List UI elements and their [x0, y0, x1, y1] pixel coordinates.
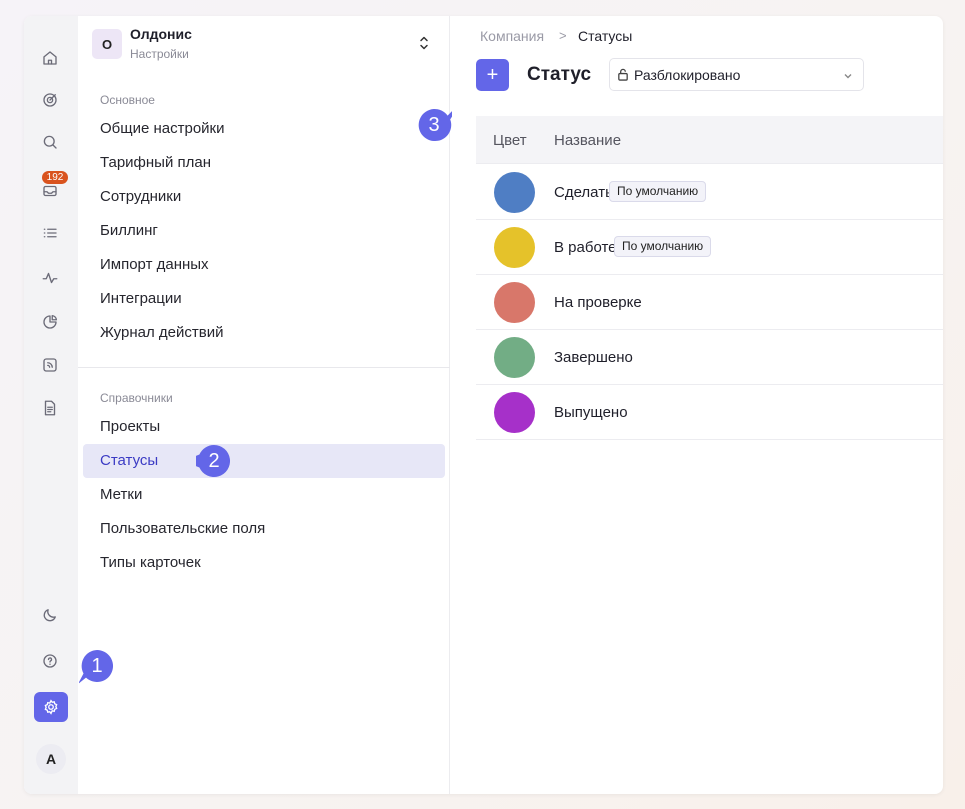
activity-icon[interactable]: [38, 266, 62, 290]
step-callout-3: 3: [416, 101, 462, 143]
search-icon[interactable]: [38, 130, 62, 154]
sidebar-item-projects[interactable]: Проекты: [100, 410, 160, 444]
default-tag: По умолчанию: [609, 181, 707, 202]
page-title: Статус: [527, 64, 592, 85]
sidebar-item-plan[interactable]: Тарифный план: [100, 146, 211, 180]
status-row[interactable]: Сделать По умолчанию: [476, 165, 943, 220]
sidebar-item-import[interactable]: Импорт данных: [100, 248, 209, 282]
status-name[interactable]: В работе: [554, 239, 617, 256]
home-icon[interactable]: [38, 46, 62, 70]
settings-sidebar: О Олдонис Настройки Основное Общие настр…: [78, 16, 450, 794]
lock-select[interactable]: Разблокировано: [609, 58, 864, 91]
status-color-swatch[interactable]: [494, 282, 535, 323]
status-row[interactable]: Выпущено: [476, 385, 943, 440]
chevron-down-icon: [843, 68, 853, 79]
step-callout-2: 2: [184, 443, 232, 479]
status-name[interactable]: Завершено: [554, 349, 633, 366]
step-callout-1: 1: [78, 648, 115, 684]
org-switcher-icon[interactable]: [418, 34, 430, 52]
sidebar-divider: [78, 367, 450, 368]
icon-rail: 192 A: [24, 16, 78, 794]
sidebar-item-general[interactable]: Общие настройки: [100, 112, 225, 146]
status-color-swatch[interactable]: [494, 392, 535, 433]
lock-select-value: Разблокировано: [634, 67, 741, 83]
column-header-color: Цвет: [493, 132, 527, 149]
help-icon[interactable]: [38, 649, 62, 673]
status-color-swatch[interactable]: [494, 337, 535, 378]
status-name[interactable]: Сделать: [554, 184, 613, 201]
column-header-name: Название: [554, 132, 622, 149]
status-row[interactable]: Завершено: [476, 330, 943, 385]
default-tag: По умолчанию: [614, 236, 712, 257]
add-status-button[interactable]: +: [476, 59, 509, 91]
feed-icon[interactable]: [38, 353, 62, 377]
sidebar-item-labels[interactable]: Метки: [100, 478, 142, 512]
sidebar-item-statuses[interactable]: Статусы: [83, 444, 445, 478]
sidebar-item-billing[interactable]: Биллинг: [100, 214, 158, 248]
org-avatar: О: [92, 29, 122, 59]
user-avatar[interactable]: A: [36, 744, 66, 774]
target-icon[interactable]: [38, 88, 62, 112]
org-subtitle: Настройки: [130, 47, 189, 61]
sidebar-item-activity-log[interactable]: Журнал действий: [100, 316, 223, 350]
section-title-main: Основное: [100, 93, 155, 107]
sidebar-item-card-types[interactable]: Типы карточек: [100, 546, 201, 580]
list-icon[interactable]: [38, 221, 62, 245]
status-name[interactable]: Выпущено: [554, 404, 628, 421]
app-window: 192 A О Олдонис Настройки Основное Общие…: [24, 16, 943, 794]
status-row[interactable]: В работе По умолчанию: [476, 220, 943, 275]
table-header: Цвет Название: [476, 116, 943, 164]
status-color-swatch[interactable]: [494, 172, 535, 213]
moon-icon[interactable]: [38, 603, 62, 627]
sidebar-item-employees[interactable]: Сотрудники: [100, 180, 181, 214]
status-name[interactable]: На проверке: [554, 294, 642, 311]
breadcrumb-current: Статусы: [578, 28, 633, 44]
status-row[interactable]: На проверке: [476, 275, 943, 330]
inbox-badge: 192: [42, 171, 68, 184]
breadcrumb-separator: >: [559, 28, 567, 43]
sidebar-item-integrations[interactable]: Интеграции: [100, 282, 182, 316]
pie-chart-icon[interactable]: [38, 310, 62, 334]
breadcrumb-parent[interactable]: Компания: [480, 28, 544, 44]
settings-icon[interactable]: [34, 692, 68, 722]
org-name[interactable]: Олдонис: [130, 26, 192, 42]
unlock-icon: [617, 68, 629, 81]
status-color-swatch[interactable]: [494, 227, 535, 268]
section-title-reference: Справочники: [100, 391, 173, 405]
sidebar-item-custom-fields[interactable]: Пользовательские поля: [100, 512, 265, 546]
document-icon[interactable]: [38, 396, 62, 420]
main-content: Компания > Статусы + Статус Разблокирова…: [450, 16, 943, 794]
